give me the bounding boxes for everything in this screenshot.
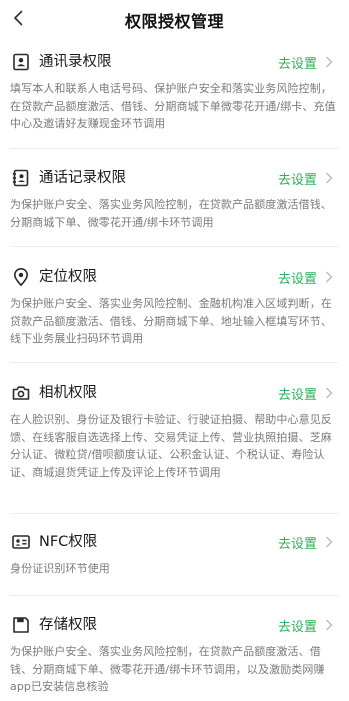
permission-contacts: 通讯录权限 去设置 填写本人和联系人电话号码、保护账户安全和落实业务风险控制，在… xyxy=(10,51,339,133)
permission-title: 相机权限 xyxy=(39,385,97,401)
permission-description: 为保护账户安全、落实业务风险控制，在贷款产品额度激活借钱、分期商城下单、微零花开… xyxy=(10,198,332,229)
permission-title: 通讯录权限 xyxy=(39,54,112,70)
page-title: 权限授权管理 xyxy=(124,12,224,31)
chevron-right-icon xyxy=(326,271,333,283)
divider xyxy=(10,148,339,149)
go-settings-button[interactable]: 去设置 xyxy=(278,167,339,189)
go-settings-button[interactable]: 去设置 xyxy=(278,614,339,636)
go-settings-button[interactable]: 去设置 xyxy=(278,51,339,73)
go-settings-label: 去设置 xyxy=(277,56,317,72)
permission-description: 在人脸识别、身份证及银行卡验证、行驶证拍摄、帮助中心意见反馈、在线客服自选选择上… xyxy=(10,413,332,479)
chevron-right-icon xyxy=(326,387,333,399)
divider xyxy=(10,513,339,514)
go-settings-label: 去设置 xyxy=(277,387,317,403)
id-card-icon xyxy=(12,535,30,549)
permission-description: 为保护账户安全、落实业务风险控制、金融机构准入区域判断，在贷款产品额度激活、借钱… xyxy=(10,297,332,345)
chevron-right-icon xyxy=(326,536,333,548)
go-settings-label: 去设置 xyxy=(277,536,317,552)
chevron-right-icon xyxy=(326,56,333,68)
permission-title: 存储权限 xyxy=(39,617,97,633)
location-pin-icon xyxy=(14,268,28,286)
go-settings-label: 去设置 xyxy=(277,172,317,188)
divider xyxy=(10,362,339,363)
permission-storage: 存储权限 去设置 为保护账户安全、落实业务风险控制，在贷款产品额度激活、借钱、分… xyxy=(10,614,339,696)
permission-description: 填写本人和联系人电话号码、保护账户安全和落实业务风险控制，在贷款产品额度激活、借… xyxy=(10,82,336,130)
permission-call-log: 通话记录权限 去设置 为保护账户安全、落实业务风险控制，在贷款产品额度激活借钱、… xyxy=(10,167,339,231)
go-settings-label: 去设置 xyxy=(277,271,317,287)
camera-icon xyxy=(12,386,30,400)
go-settings-button[interactable]: 去设置 xyxy=(278,531,339,553)
permission-description: 身份证识别环节使用 xyxy=(10,562,110,575)
call-log-icon xyxy=(12,169,29,187)
divider xyxy=(10,595,339,596)
contacts-book-icon xyxy=(13,53,29,71)
nav-bar: 权限授权管理 xyxy=(0,0,349,38)
storage-save-icon xyxy=(13,617,29,633)
permission-description: 为保护账户安全、落实业务风险控制，在贷款产品额度激活、借钱、分期商城下单、微零花… xyxy=(10,645,325,693)
chevron-right-icon xyxy=(326,619,333,631)
permission-title: 通话记录权限 xyxy=(39,170,126,186)
go-settings-button[interactable]: 去设置 xyxy=(278,382,339,404)
permission-camera: 相机权限 去设置 在人脸识别、身份证及银行卡验证、行驶证拍摄、帮助中心意见反馈、… xyxy=(10,382,339,481)
chevron-right-icon xyxy=(326,172,333,184)
go-settings-button[interactable]: 去设置 xyxy=(278,266,339,288)
permission-title: NFC权限 xyxy=(39,534,98,550)
divider xyxy=(10,246,339,247)
permission-nfc: NFC权限 去设置 身份证识别环节使用 xyxy=(10,531,339,578)
permission-location: 定位权限 去设置 为保护账户安全、落实业务风险控制、金融机构准入区域判断，在贷款… xyxy=(10,266,339,348)
permission-title: 定位权限 xyxy=(39,269,97,285)
go-settings-label: 去设置 xyxy=(277,619,317,635)
